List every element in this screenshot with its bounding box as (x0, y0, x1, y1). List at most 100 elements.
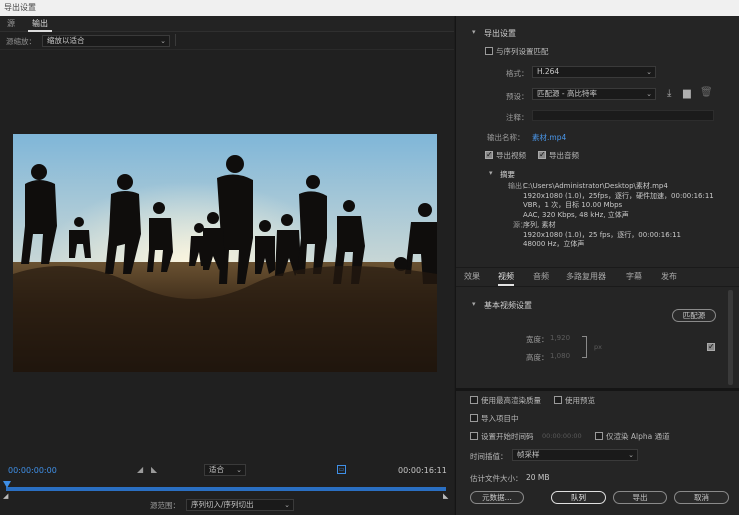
source-range-value: 序列切入/序列切出 (191, 500, 254, 509)
output-name-link[interactable]: 素材.mp4 (532, 132, 566, 143)
link-bracket-icon[interactable] (582, 336, 587, 358)
set-in-point-icon[interactable]: ◢ (137, 465, 143, 474)
save-preset-icon[interactable]: ⤓ (667, 88, 671, 99)
summary-output-line: 1920x1080 (1.0)，25fps，逐行，硬件加速，00:00:16:1… (523, 191, 714, 200)
preset-dropdown[interactable]: 匹配源 - 高比特率 ⌄ (532, 88, 656, 100)
width-label: 宽度： (526, 335, 549, 344)
set-out-point-icon[interactable]: ◣ (151, 465, 157, 474)
divider (175, 34, 176, 46)
cancel-button[interactable]: 取消 (674, 491, 729, 504)
time-interpolation-value: 帧采样 (517, 450, 540, 459)
match-source-button[interactable]: 匹配源 (672, 309, 716, 322)
summary-output-block: C:\Users\Administrator\Desktop\素材.mp4 19… (523, 182, 733, 220)
playhead-icon[interactable] (3, 481, 11, 488)
summary-header: 摘要 (500, 170, 515, 179)
video-preview-frame (13, 134, 437, 372)
dimension-unit: px (594, 343, 602, 351)
format-label: 格式： (506, 69, 529, 78)
max-render-quality-checkbox[interactable] (470, 396, 478, 404)
chevron-down-icon: ⌄ (646, 68, 652, 76)
format-value: H.264 (537, 67, 560, 76)
chevron-down-icon: ⌄ (236, 466, 242, 474)
use-previews-label: 使用预览 (565, 396, 595, 405)
file-size-label: 估计文件大小： (470, 474, 523, 483)
export-button[interactable]: 导出 (613, 491, 667, 504)
summary-source-line: 48000 Hz，立体声 (523, 240, 585, 249)
time-interpolation-label: 时间插值： (470, 452, 508, 461)
collapse-chevron-icon[interactable]: ▾ (472, 300, 476, 308)
fit-value: 适合 (209, 465, 224, 474)
preset-label: 预设： (506, 92, 529, 101)
divider (456, 267, 739, 268)
chevron-down-icon: ⌄ (628, 451, 634, 459)
out-point-handle-icon[interactable]: ◣ (443, 492, 448, 500)
format-dropdown[interactable]: H.264 ⌄ (532, 66, 656, 78)
basic-video-settings-header: 基本视频设置 (484, 301, 532, 310)
source-scaling-dropdown[interactable]: 缩放以适合 ⌄ (42, 35, 170, 47)
chevron-down-icon: ⌄ (160, 37, 166, 45)
tab-video[interactable]: 视频 (498, 271, 514, 286)
window-title: 导出设置 (0, 0, 739, 16)
tab-output[interactable]: 输出 (28, 16, 52, 32)
set-start-timecode-label: 设置开始时间码 (481, 432, 534, 441)
tab-captions[interactable]: 字幕 (626, 271, 642, 282)
start-timecode-value[interactable]: 00:00:00:00 (542, 432, 582, 440)
source-scaling-row: 源缩放： 缩放以适合 ⌄ (0, 32, 454, 50)
width-value[interactable]: 1,920 (550, 334, 570, 342)
height-value[interactable]: 1,080 (550, 352, 570, 360)
tab-source[interactable]: 源 (3, 16, 19, 32)
comments-label: 注释： (506, 113, 529, 122)
export-video-label: 导出视频 (496, 151, 526, 160)
summary-source-line: 序列, 素材 (523, 221, 556, 229)
tab-effects[interactable]: 效果 (464, 271, 480, 282)
tab-audio[interactable]: 音频 (533, 271, 549, 282)
tab-publish[interactable]: 发布 (661, 271, 677, 282)
in-point-handle-icon[interactable]: ◢ (3, 492, 8, 500)
timecode-end[interactable]: 00:00:16:11 (398, 466, 447, 475)
import-into-project-checkbox[interactable] (470, 414, 478, 422)
collapse-chevron-icon[interactable]: ▾ (472, 28, 476, 36)
match-size-checkbox[interactable] (707, 342, 715, 351)
fit-dropdown[interactable]: 适合 ⌄ (204, 464, 246, 476)
delete-preset-icon[interactable]: 🗑 (700, 87, 713, 98)
time-interpolation-dropdown[interactable]: 帧采样 ⌄ (512, 449, 638, 461)
source-range-label: 源范围： (150, 501, 180, 510)
preset-value: 匹配源 - 高比特率 (537, 89, 597, 98)
match-sequence-label: 与序列设置匹配 (496, 47, 549, 56)
timeline-range-bar[interactable] (6, 487, 446, 491)
set-start-timecode-checkbox[interactable] (470, 432, 478, 440)
aspect-ratio-toggle-icon[interactable]: ▭ (337, 465, 346, 474)
queue-button[interactable]: 队列 (551, 491, 606, 504)
max-render-quality-label: 使用最高渲染质量 (481, 396, 541, 405)
chevron-down-icon: ⌄ (284, 501, 290, 509)
import-preset-icon[interactable]: ▆ (683, 88, 691, 99)
summary-collapse-icon[interactable]: ▾ (489, 169, 493, 177)
summary-source-line: 1920x1080 (1.0)，25 fps，逐行，00:00:16:11 (523, 230, 681, 239)
source-scaling-value: 缩放以适合 (47, 36, 85, 45)
preview-tabs: 源 输出 (0, 16, 454, 32)
render-alpha-only-label: 仅渲染 Alpha 通道 (606, 432, 670, 441)
import-into-project-label: 导入项目中 (481, 414, 519, 423)
chevron-down-icon: ⌄ (646, 90, 652, 98)
source-scaling-label: 源缩放： (6, 37, 36, 46)
export-audio-label: 导出音频 (549, 151, 579, 160)
summary-output-line: C:\Users\Administrator\Desktop\素材.mp4 (523, 182, 668, 190)
divider (456, 286, 739, 287)
timecode-start[interactable]: 00:00:00:00 (8, 466, 57, 475)
match-sequence-checkbox[interactable] (485, 47, 493, 55)
height-label: 高度： (526, 353, 549, 362)
source-range-dropdown[interactable]: 序列切入/序列切出 ⌄ (186, 499, 294, 511)
settings-scrollbar[interactable] (728, 290, 733, 385)
export-video-checkbox[interactable] (485, 150, 493, 159)
export-audio-checkbox[interactable] (538, 150, 546, 159)
output-name-label: 输出名称： (487, 133, 525, 142)
metadata-button[interactable]: 元数据... (470, 491, 524, 504)
tab-multiplexer[interactable]: 多路复用器 (566, 271, 606, 282)
comments-input[interactable] (532, 110, 714, 121)
render-alpha-only-checkbox[interactable] (595, 432, 603, 440)
use-previews-checkbox[interactable] (554, 396, 562, 404)
summary-output-line: AAC, 320 Kbps, 48 kHz, 立体声 (523, 210, 629, 219)
export-settings-header: 导出设置 (484, 29, 516, 38)
file-size-value: 20 MB (526, 473, 550, 482)
divider (456, 388, 739, 391)
